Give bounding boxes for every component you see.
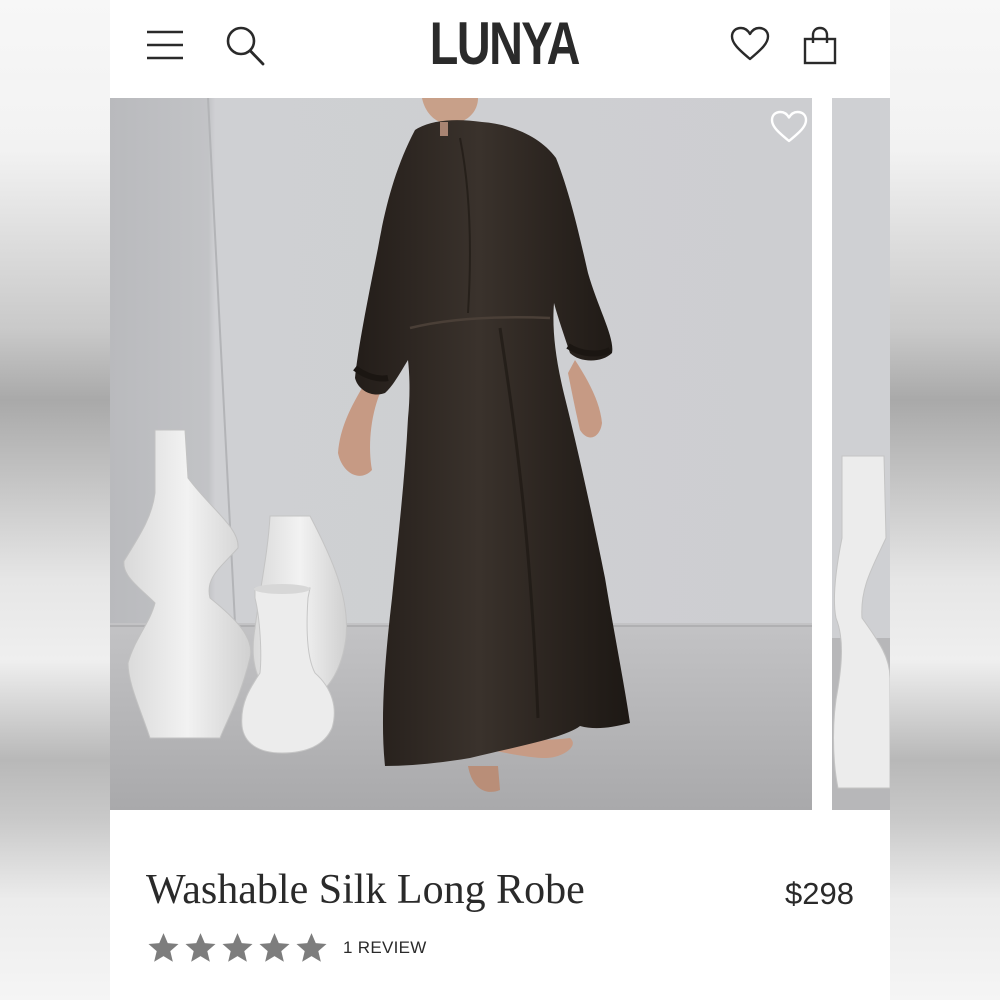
product-price: $298 [785, 876, 854, 911]
brand-logo[interactable]: LUNYA [430, 8, 581, 80]
heart-icon[interactable] [730, 26, 770, 62]
next-product-photo-peek[interactable] [832, 98, 890, 810]
star-icon [222, 933, 253, 962]
add-to-wishlist-heart-icon[interactable] [770, 110, 808, 144]
shopping-bag-icon[interactable] [802, 26, 838, 66]
site-header: LUNYA [110, 0, 890, 98]
product-rating[interactable]: 1 REVIEW [146, 928, 427, 968]
star-rating [146, 931, 329, 965]
search-icon[interactable] [225, 24, 265, 66]
star-icon [259, 933, 290, 962]
product-image-carousel[interactable] [110, 98, 890, 810]
product-title[interactable]: Washable Silk Long Robe [146, 862, 585, 918]
review-count-link[interactable]: 1 REVIEW [343, 938, 427, 958]
star-icon [296, 933, 327, 962]
menu-icon[interactable] [146, 28, 184, 62]
product-card: LUNYA Washable Silk Long Robe $298 1 REV… [110, 0, 890, 1000]
star-icon [148, 933, 179, 962]
star-icon [185, 933, 216, 962]
product-photo[interactable] [110, 98, 812, 810]
